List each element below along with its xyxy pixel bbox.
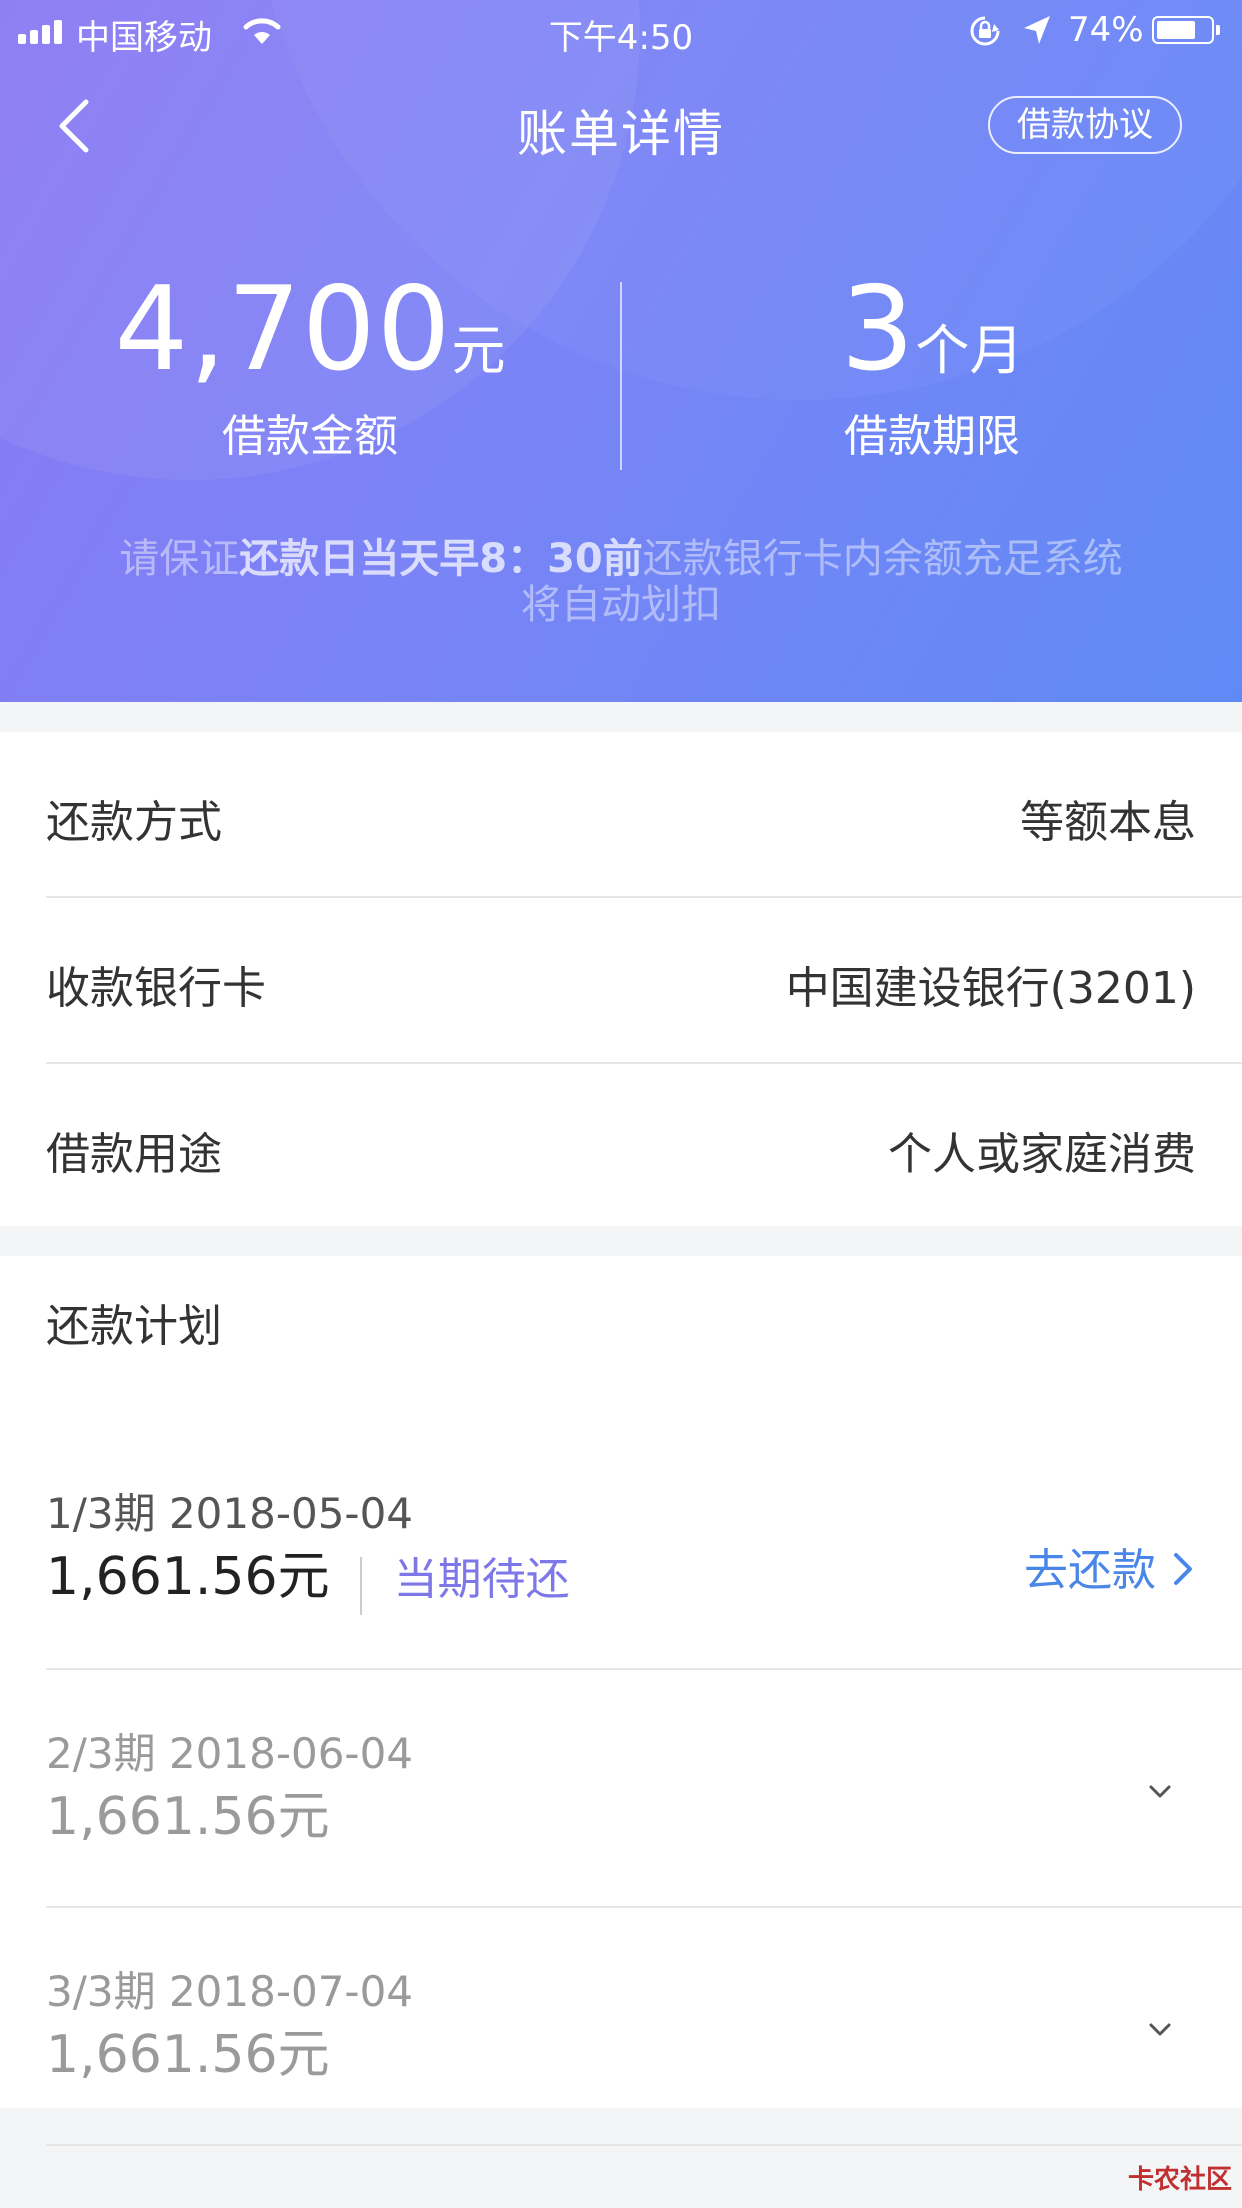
loan-amount-label: 借款金额 (222, 411, 398, 462)
plan-item-period: 3/3期 2018-07-04 (46, 1967, 414, 2016)
repayment-method-value: 等额本息 (1020, 797, 1196, 848)
battery-tip (1216, 25, 1220, 35)
repayment-plan-title: 还款计划 (46, 1301, 222, 1352)
notice-emphasis: 还款日当天早8：30前 (239, 536, 643, 582)
plan-item-period: 1/3期 2018-05-04 (46, 1489, 414, 1538)
status-bar: 中国移动 下午4:50 74% (0, 0, 1242, 60)
repayment-method-row: 还款方式 等额本息 (46, 732, 1242, 898)
go-repay-label: 去还款 (1024, 1545, 1156, 1596)
plan-item-2[interactable]: 2/3期 2018-06-04 1,661.56元 (46, 1670, 1242, 1908)
chevron-down-icon[interactable] (1148, 2022, 1172, 2038)
plan-item-amount: 1,661.56元 (46, 1787, 330, 1847)
chevron-right-icon (1174, 1553, 1192, 1585)
header-banner: 中国移动 下午4:50 74% 账单详情 借款协议 4,700元 借款金额 3个… (0, 0, 1242, 702)
plan-item-current[interactable]: 1/3期 2018-05-04 1,661.56元 当期待还 去还款 (46, 1430, 1242, 1670)
notice-prefix: 请保证 (119, 536, 240, 582)
battery-percentage: 74% (1068, 10, 1144, 50)
chevron-down-icon[interactable] (1148, 1784, 1172, 1800)
loan-amount-unit: 元 (451, 319, 506, 382)
plan-item-period: 2/3期 2018-06-04 (46, 1729, 414, 1778)
watermark-logo: 卡农社区 (1127, 2165, 1232, 2195)
repayment-method-label: 还款方式 (46, 797, 222, 848)
amount-separator (359, 1556, 362, 1615)
loan-term-unit: 个月 (915, 319, 1024, 382)
battery-level (1157, 21, 1195, 39)
receiving-bank-card-value: 中国建设银行(3201) (785, 963, 1196, 1014)
repayment-plan-card: 还款计划 1/3期 2018-05-04 1,661.56元 当期待还 去还款 2… (0, 1256, 1242, 2146)
status-time: 下午4:50 (548, 18, 694, 58)
plan-item-3[interactable]: 3/3期 2018-07-04 1,661.56元 (46, 1908, 1242, 2146)
plan-item-amount: 1,661.56元 (46, 1547, 330, 1607)
loan-term-value: 3 (840, 262, 916, 397)
rotation-lock-icon (970, 16, 1000, 46)
plan-item-status: 当期待还 (393, 1554, 570, 1605)
loan-agreement-button[interactable]: 借款协议 (988, 96, 1182, 154)
loan-info-card: 还款方式 等额本息 收款银行卡 中国建设银行(3201) 借款用途 个人或家庭消… (0, 732, 1242, 1226)
loan-purpose-label: 借款用途 (46, 1129, 222, 1180)
loan-term-label: 借款期限 (844, 411, 1020, 462)
go-repay-link[interactable]: 去还款 (1024, 1534, 1196, 1598)
loan-term-summary: 3个月 借款期限 (622, 270, 1242, 464)
plan-item-amount: 1,661.56元 (46, 2025, 330, 2085)
loan-amount-value: 4,700 (114, 262, 452, 397)
receiving-bank-card-label: 收款银行卡 (46, 963, 266, 1014)
battery-icon (1152, 16, 1214, 44)
loan-amount-summary: 4,700元 借款金额 (0, 270, 620, 464)
location-arrow-icon (1024, 16, 1050, 44)
receiving-bank-card-row: 收款银行卡 中国建设银行(3201) (46, 898, 1242, 1064)
loan-purpose-value: 个人或家庭消费 (888, 1129, 1196, 1180)
repayment-notice: 请保证还款日当天早8：30前还款银行卡内余额充足系统将自动划扣 (100, 536, 1142, 628)
loan-purpose-row: 借款用途 个人或家庭消费 (46, 1064, 1242, 1230)
